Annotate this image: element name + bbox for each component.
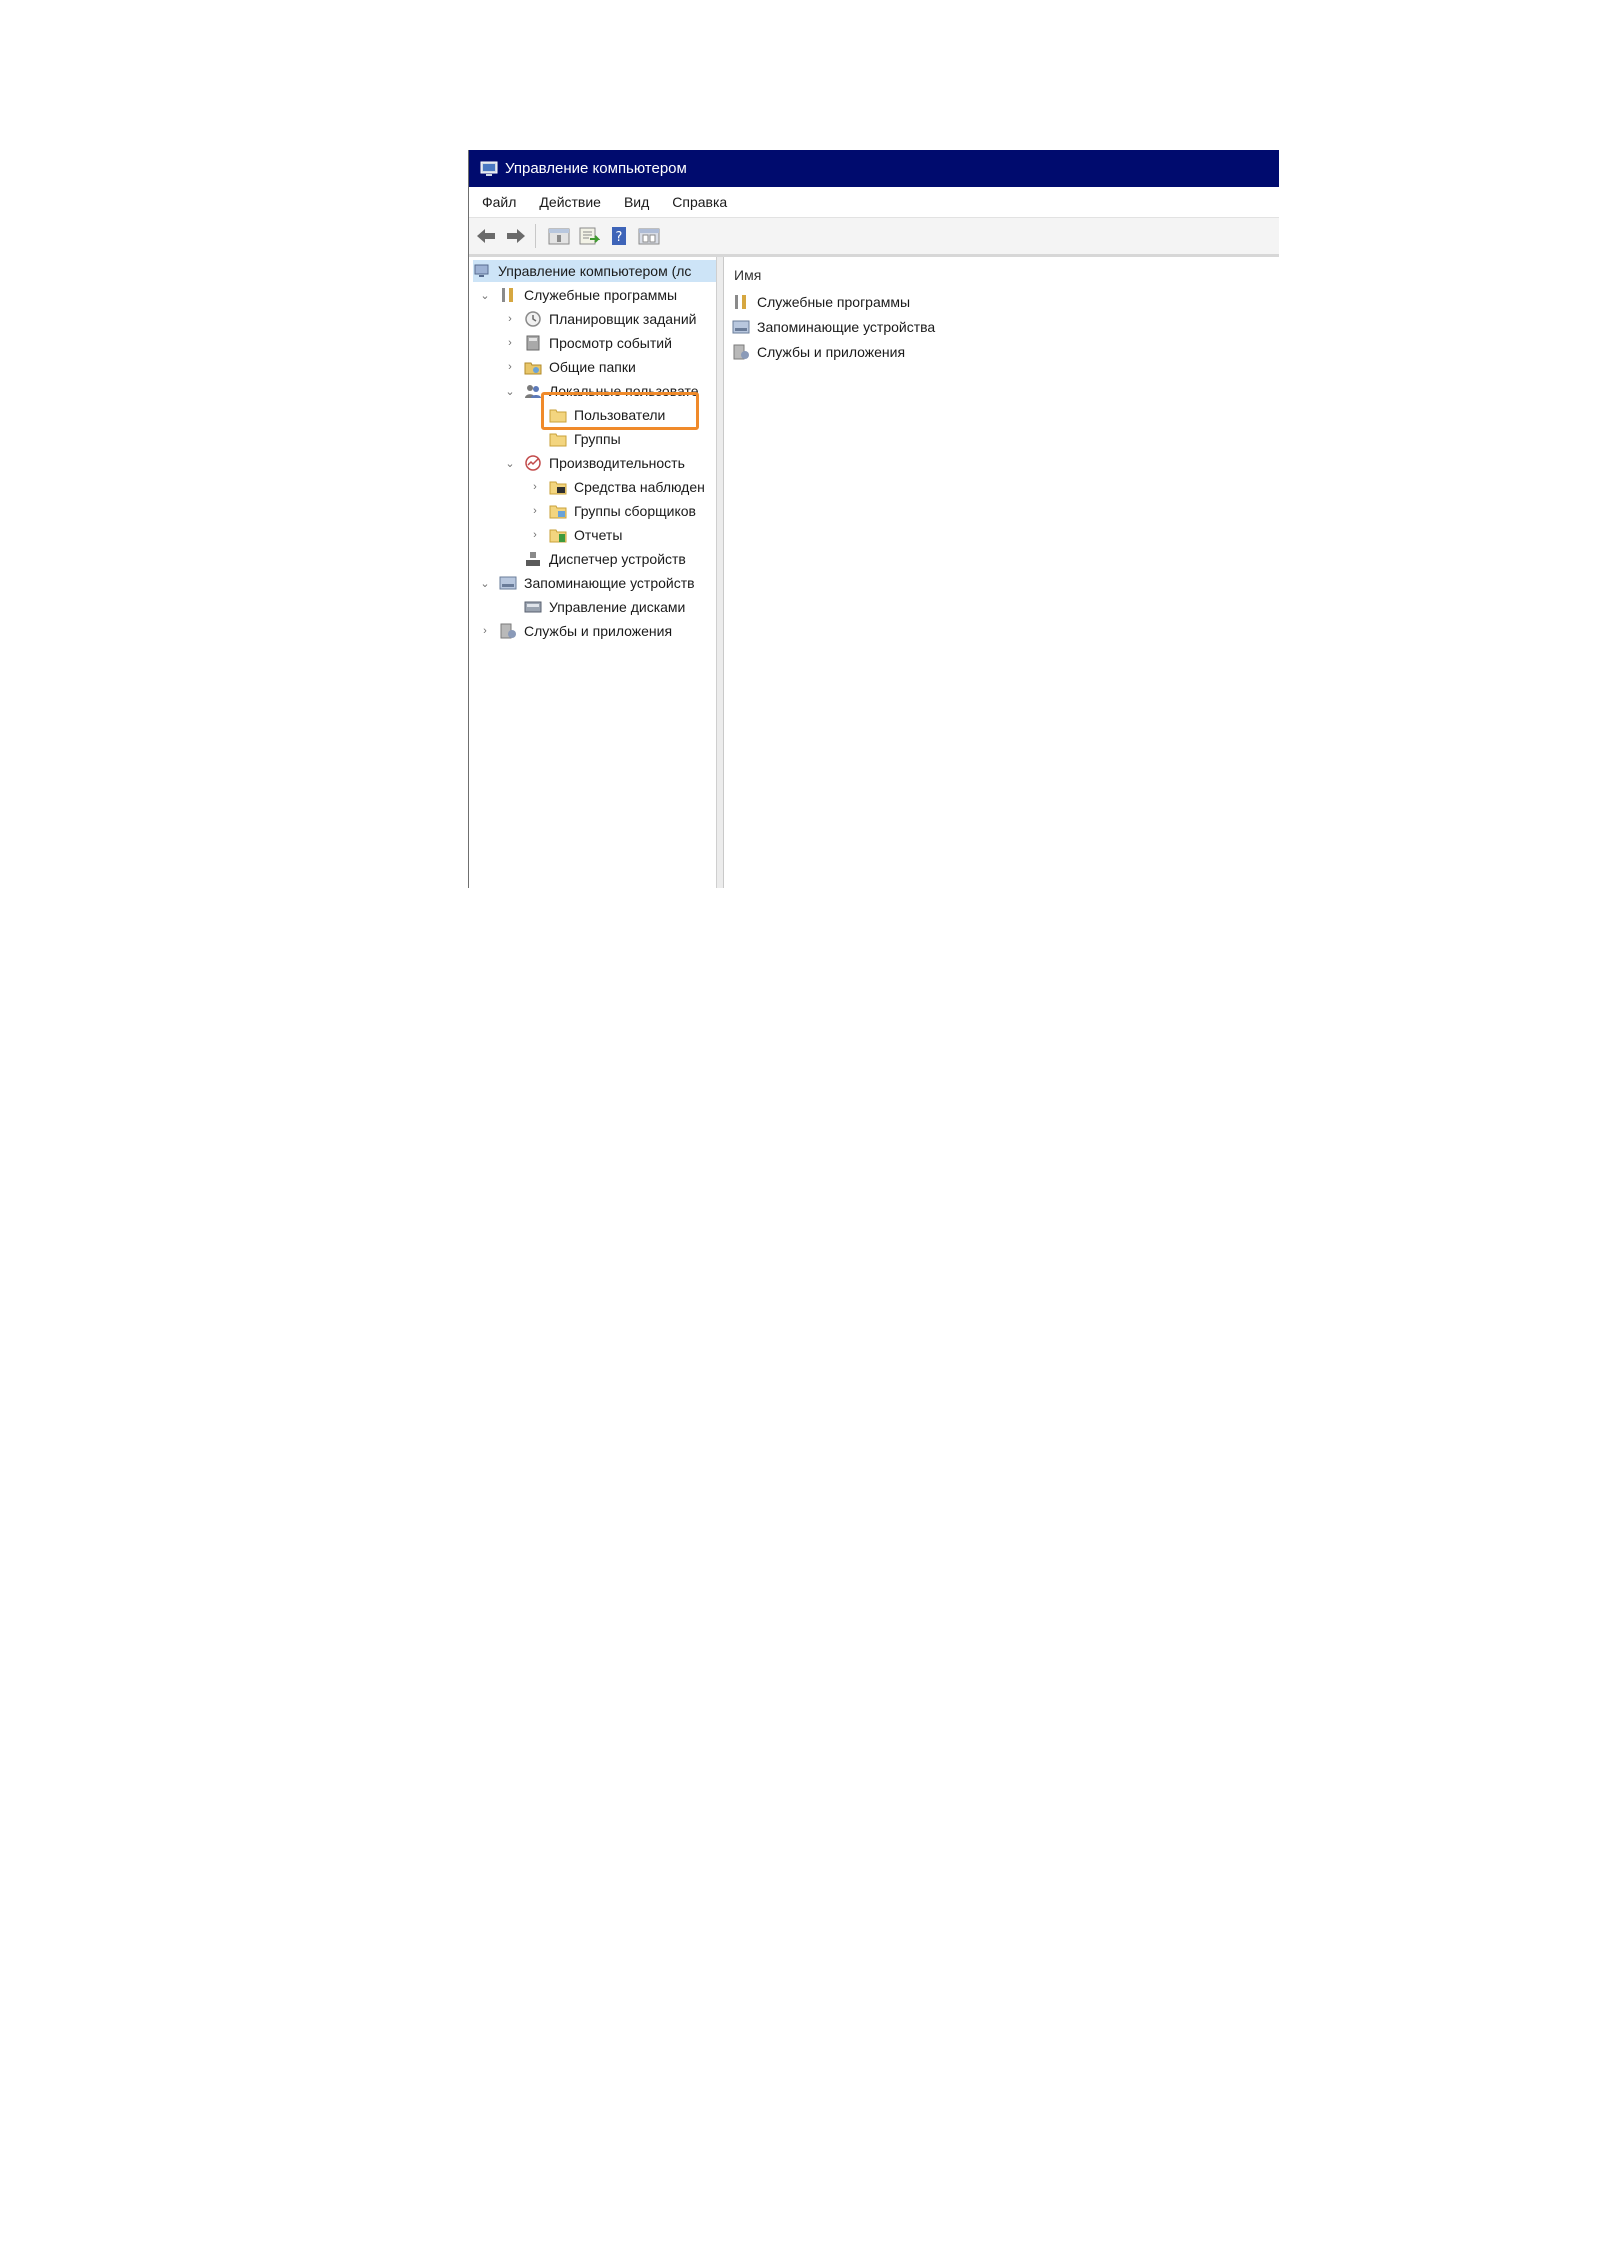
toolbar-separator: [535, 224, 536, 248]
window-title: Управление компьютером: [505, 160, 687, 177]
menu-help[interactable]: Справка: [660, 194, 738, 210]
pane-splitter[interactable]: [717, 257, 724, 888]
chevron-down-icon[interactable]: ⌄: [479, 289, 491, 302]
storage-icon: [499, 576, 517, 590]
forward-icon: [507, 229, 525, 243]
menu-file[interactable]: Файл: [469, 194, 527, 210]
performance-icon: [525, 455, 541, 471]
tree-label: Запоминающие устройств: [524, 575, 695, 591]
help-icon: ?: [612, 227, 626, 245]
tree-label: Диспетчер устройств: [549, 551, 686, 567]
export-list-button[interactable]: [576, 224, 602, 248]
chevron-right-icon[interactable]: ›: [504, 361, 516, 373]
chevron-right-icon[interactable]: ›: [529, 505, 541, 517]
list-item-label: Запоминающие устройства: [757, 319, 936, 335]
clock-icon: [525, 311, 541, 327]
tree-item-utilities[interactable]: ⌄ Служебные программы: [479, 284, 677, 306]
title-bar[interactable]: Управление компьютером: [469, 150, 1279, 187]
highlight-box: [541, 392, 699, 430]
services-icon: [500, 623, 516, 639]
chevron-right-icon[interactable]: ›: [529, 529, 541, 541]
chevron-down-icon[interactable]: ⌄: [504, 385, 516, 398]
menu-view[interactable]: Вид: [612, 194, 660, 210]
svg-text:?: ?: [616, 230, 623, 245]
tree-label: Службы и приложения: [524, 623, 673, 639]
computer-management-icon: [474, 264, 489, 277]
list-item-label: Службы и приложения: [757, 344, 906, 360]
chevron-right-icon[interactable]: ›: [479, 625, 491, 637]
users-group-icon: [525, 385, 541, 398]
tree-item-events[interactable]: › Просмотр событий: [504, 332, 672, 354]
tree-item-device-manager[interactable]: Диспетчер устройств: [524, 548, 686, 570]
tree-label: Управление компьютером (лс: [498, 263, 692, 279]
monitoring-tools-icon: [549, 481, 567, 495]
computer-management-window: Управление компьютером Файл Действие Вид…: [468, 150, 1279, 888]
tree-label: Планировщик заданий: [549, 311, 697, 327]
list-item[interactable]: Служебные программы: [732, 291, 910, 313]
chevron-right-icon[interactable]: ›: [504, 313, 516, 325]
details-pane: Имя Служебные программы Запоминающие уст…: [724, 257, 1279, 888]
chevron-down-icon[interactable]: ⌄: [504, 457, 516, 470]
tree-root[interactable]: Управление компьютером (лс: [473, 260, 716, 282]
tree-item-scheduler[interactable]: › Планировщик заданий: [504, 308, 696, 330]
tree-label: Общие папки: [549, 359, 636, 375]
tree-item-disk-management[interactable]: Управление дисками: [524, 596, 685, 618]
back-icon: [477, 229, 495, 243]
tools-icon: [735, 295, 746, 309]
panes: Управление компьютером (лс ⌄ Служебные п…: [469, 257, 1279, 888]
export-list-icon: [579, 227, 600, 245]
up-folder-icon: [548, 228, 570, 245]
disk-management-icon: [524, 601, 542, 613]
tree-label: Средства наблюден: [574, 479, 705, 495]
back-button[interactable]: [473, 224, 499, 248]
tree-label: Группы сборщиков: [574, 503, 696, 519]
tree-label: Просмотр событий: [549, 335, 672, 351]
help-button[interactable]: ?: [606, 224, 632, 248]
tree-label: Управление дисками: [549, 599, 686, 615]
tree-item-services-apps[interactable]: › Службы и приложения: [479, 620, 672, 642]
event-viewer-icon: [526, 335, 540, 351]
shared-folder-icon: [524, 362, 542, 375]
tree-item-monitoring-tools[interactable]: › Средства наблюден: [529, 476, 705, 498]
list-item[interactable]: Службы и приложения: [732, 341, 905, 363]
storage-icon: [732, 320, 750, 334]
column-header-name[interactable]: Имя: [734, 267, 761, 283]
toolbar: ?: [469, 218, 1279, 257]
forward-button[interactable]: [503, 224, 529, 248]
chevron-right-icon[interactable]: ›: [529, 481, 541, 493]
properties-icon: [638, 228, 660, 245]
tree-label: Служебные программы: [524, 287, 678, 303]
tree-item-storage[interactable]: ⌄ Запоминающие устройств: [479, 572, 695, 594]
menu-bar: Файл Действие Вид Справка: [469, 187, 1279, 218]
services-icon: [733, 344, 749, 360]
collector-sets-icon: [549, 505, 567, 519]
tools-icon: [502, 288, 513, 302]
menu-action[interactable]: Действие: [527, 194, 612, 210]
tree-item-collector-sets[interactable]: › Группы сборщиков: [529, 500, 696, 522]
tree-label: Отчеты: [574, 527, 623, 543]
tree-item-performance[interactable]: ⌄ Производительность: [504, 452, 685, 474]
tree-item-groups[interactable]: Группы: [549, 428, 621, 450]
console-tree: Управление компьютером (лс ⌄ Служебные п…: [469, 257, 717, 888]
computer-management-icon: [480, 161, 498, 176]
chevron-down-icon[interactable]: ⌄: [479, 577, 491, 590]
list-item[interactable]: Запоминающие устройства: [732, 316, 935, 338]
device-manager-icon: [526, 552, 540, 566]
tree-label: Группы: [574, 431, 621, 447]
chevron-right-icon[interactable]: ›: [504, 337, 516, 349]
folder-icon: [549, 433, 567, 447]
tree-item-reports[interactable]: › Отчеты: [529, 524, 622, 546]
properties-button[interactable]: [636, 224, 662, 248]
reports-icon: [549, 529, 567, 543]
tree-item-shared[interactable]: › Общие папки: [504, 356, 636, 378]
tree-label: Производительность: [549, 455, 685, 471]
up-folder-button[interactable]: [546, 224, 572, 248]
list-item-label: Служебные программы: [757, 294, 911, 310]
